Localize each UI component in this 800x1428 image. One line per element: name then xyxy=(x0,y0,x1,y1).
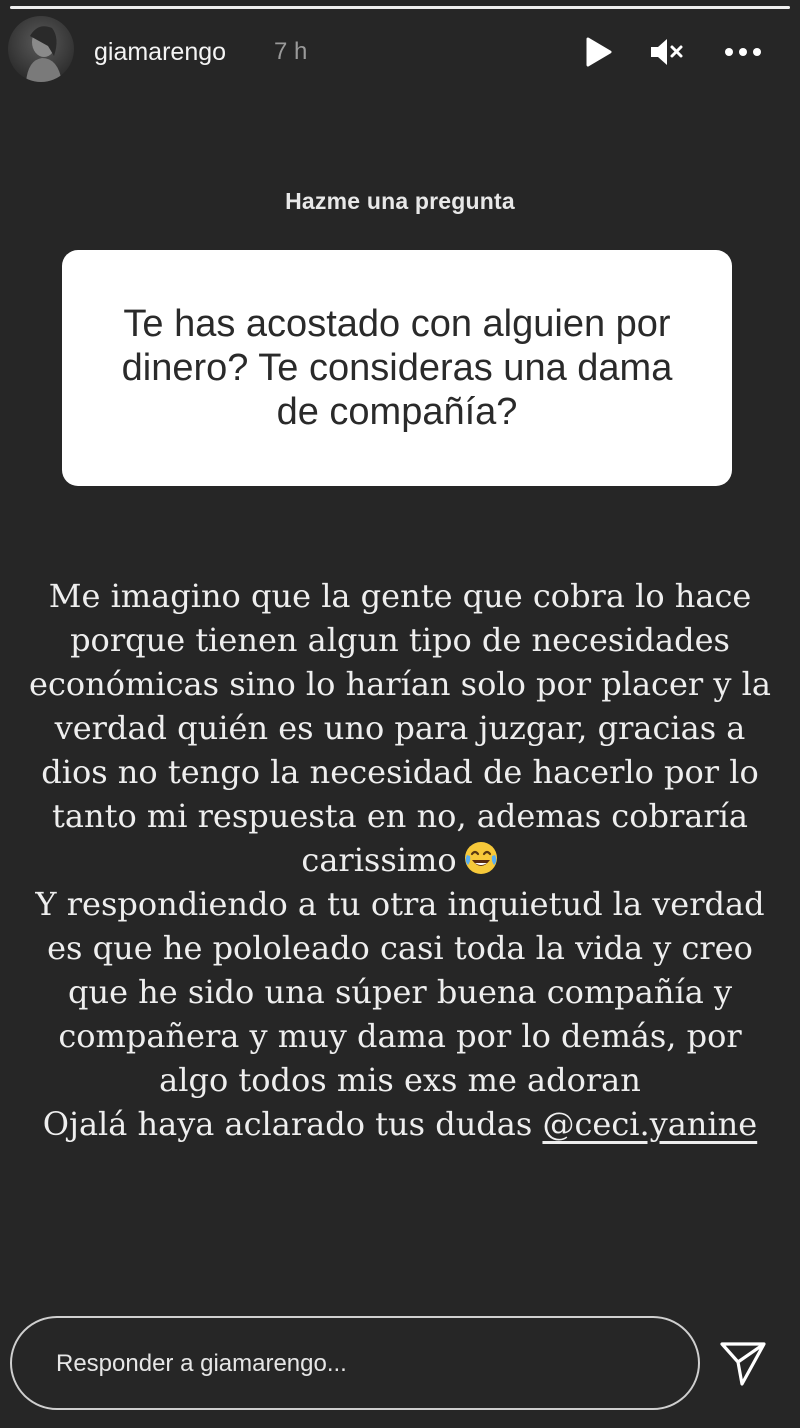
send-button[interactable] xyxy=(718,1338,768,1388)
avatar[interactable] xyxy=(8,16,74,82)
more-options-button[interactable] xyxy=(720,32,766,72)
timestamp: 7 h xyxy=(274,38,308,65)
more-icon xyxy=(725,48,761,56)
play-button[interactable] xyxy=(578,32,618,72)
play-icon xyxy=(586,37,612,67)
face-with-tears-of-joy-icon xyxy=(464,842,497,874)
story-header: giamarengo 7 h xyxy=(0,14,800,90)
username[interactable]: giamarengo xyxy=(94,38,226,67)
answer-closing: Ojalá haya aclarado tus dudas @ceci.yani… xyxy=(20,1102,780,1146)
paper-plane-icon xyxy=(720,1342,766,1386)
answer-closing-text: Ojalá haya aclarado tus dudas xyxy=(42,1105,533,1143)
reply-placeholder: Responder a giamarengo... xyxy=(56,1350,347,1377)
mute-button[interactable] xyxy=(646,32,686,72)
avatar-portrait-icon xyxy=(26,26,62,82)
question-text: Te has acostado con alguien por dinero? … xyxy=(121,303,673,433)
mute-icon xyxy=(651,39,683,65)
answer-text-block: Me imagino que la gente que cobra lo hac… xyxy=(20,574,780,1146)
mention-link[interactable]: @ceci.yanine xyxy=(542,1105,757,1143)
story-progress-fill xyxy=(10,6,790,9)
answer-paragraph-1: Me imagino que la gente que cobra lo hac… xyxy=(20,574,780,882)
question-sticker-label: Hazme una pregunta xyxy=(285,188,515,214)
answer-paragraph-1-text: Me imagino que la gente que cobra lo hac… xyxy=(29,577,771,879)
question-sticker-card: Te has acostado con alguien por dinero? … xyxy=(62,250,732,486)
reply-input[interactable]: Responder a giamarengo... xyxy=(10,1316,700,1410)
answer-paragraph-2: Y respondiendo a tu otra inquietud la ve… xyxy=(35,885,765,1099)
story-progress-bar xyxy=(10,6,790,9)
